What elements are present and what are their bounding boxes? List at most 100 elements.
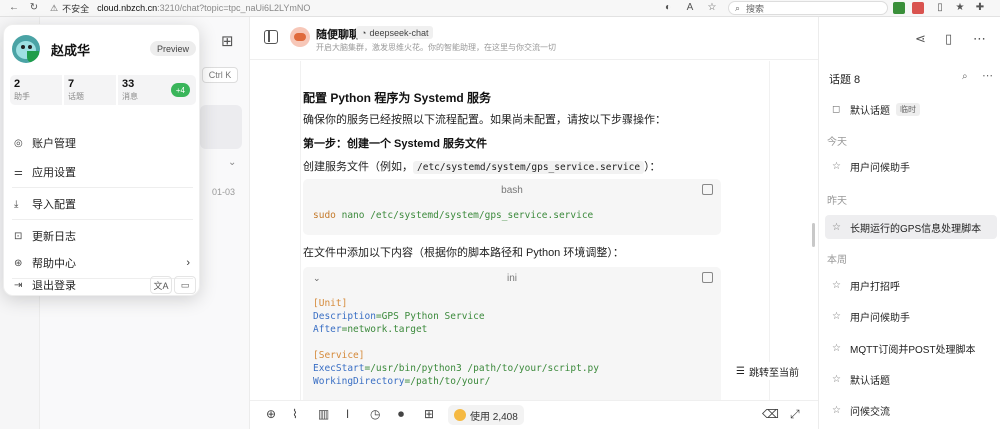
topic-item[interactable]: ☆ 用户问候助手 (825, 304, 997, 328)
code-block-bash: bash sudo nano /etc/systemd/system/gps_s… (303, 179, 721, 235)
scrollbar[interactable] (812, 223, 815, 247)
attachment-icon[interactable]: ⌇ (292, 407, 298, 421)
extension-icon[interactable] (912, 2, 924, 14)
model-tag[interactable]: ◔ deepseek-chat (356, 26, 434, 39)
chevron-down-icon[interactable]: ⌄ (228, 157, 236, 168)
menu-settings[interactable]: ⚌ 应用设置 (14, 162, 194, 182)
assistant-avatar[interactable] (290, 27, 310, 47)
model-name: deepseek-chat (369, 27, 429, 38)
sidebar-toggle-icon[interactable] (264, 30, 278, 44)
search-icon[interactable]: ⌕ (962, 71, 968, 82)
topic-label: 默认话题 (850, 105, 890, 117)
read-aloud-icon[interactable]: A (682, 2, 698, 13)
star-icon: ☆ (832, 373, 841, 385)
insecure-label: 不安全 (62, 3, 90, 14)
model-icon: ◔ (361, 27, 367, 38)
star-icon: ☆ (832, 404, 841, 416)
topic-item[interactable]: ☆ 问候交流 (825, 398, 997, 422)
code-line: [Unit] (313, 298, 348, 309)
menu-label: 导入配置 (32, 199, 76, 211)
search-placeholder: 搜索 (746, 3, 765, 14)
topic-label: 默认话题 (850, 375, 890, 387)
chat-description: 开启大脑集群，激发思维火花。你的智能助理，在这里与你交流一切 (316, 43, 556, 52)
favorite-icon[interactable]: ☆ (704, 2, 720, 13)
puzzle-icon[interactable]: ✚ (972, 2, 988, 13)
menu-account[interactable]: ◎ 账户管理 (14, 133, 194, 153)
list-icon: ☰ (736, 365, 745, 377)
app: ⊞ Ctrl K ⌄ 01-03 赵成华 Preview 2 助手 7 话题 3… (0, 17, 1000, 429)
back-icon[interactable]: ← (6, 2, 22, 13)
message-content: 配置 Python 程序为 Systemd 服务 确保你的服务已经按照以下流程配… (300, 61, 770, 401)
expand-icon[interactable]: ⤢ (790, 407, 800, 422)
plugin-icon[interactable]: ⊞ (424, 407, 434, 421)
menu-label: 更新日志 (32, 231, 76, 243)
code-line: WorkingDirectory=/path/to/your/ (313, 376, 491, 387)
topic-item-active[interactable]: ☆ 长期运行的GPS信息处理脚本 (825, 215, 997, 239)
search-icon: ⌕ (735, 2, 741, 13)
copy-icon[interactable] (702, 272, 713, 283)
collections-icon[interactable]: ★ (952, 2, 968, 13)
divider (12, 219, 193, 220)
group-label: 本周 (827, 255, 847, 266)
topic-default[interactable]: ◻ 默认话题 临时 (825, 97, 997, 121)
topic-label: 用户打招呼 (850, 281, 900, 293)
chat-title: 随便聊聊 (316, 29, 360, 41)
code-lang: bash (501, 184, 523, 196)
code-line: Description=GPS Python Service (313, 311, 485, 322)
user-circle-icon: ◎ (14, 137, 23, 149)
menu-import[interactable]: ⤓ 导入配置 (14, 194, 194, 214)
search-shortcut: Ctrl K (202, 67, 238, 83)
topic-item[interactable]: ☆ MQTT订阅并POST处理脚本 (825, 336, 997, 360)
globe-icon[interactable]: ⊕ (266, 407, 276, 421)
avatar[interactable] (12, 35, 40, 63)
chevron-down-icon[interactable]: ⌄ (313, 273, 321, 284)
panel-toggle-icon[interactable]: ▯ (945, 31, 952, 47)
token-usage[interactable]: 使用 2,408 (448, 405, 524, 425)
url-path: :3210/chat?topic=tpc_naUi6L2LYmNO (157, 3, 311, 13)
clear-icon[interactable]: ⌫ (762, 407, 779, 421)
code-line: ExecStart=/usr/bin/python3 /path/to/your… (313, 363, 599, 374)
session-item-active[interactable] (200, 105, 242, 149)
topic-item[interactable]: ☆ 用户打招呼 (825, 273, 997, 297)
add-content-text: 在文件中添加以下内容（根据你的脚本路径和 Python 环境调整）： (303, 247, 624, 259)
reload-icon[interactable]: ↻ (26, 2, 42, 13)
menu-changelog[interactable]: ⊡ 更新日志 (14, 226, 194, 246)
extension-icon[interactable] (893, 2, 905, 14)
library-icon[interactable]: ▥ (318, 407, 329, 421)
usage-emoji-icon (454, 409, 466, 421)
usage-label: 使用 2,408 (470, 411, 518, 423)
menu-logout[interactable]: ⇥ 退出登录 (14, 275, 134, 295)
language-icon[interactable]: 文A (150, 276, 172, 294)
warning-icon: ⚠ (50, 2, 59, 13)
divider (12, 187, 193, 188)
menu-help[interactable]: ⊛ 帮助中心 › (14, 253, 194, 273)
code-block-ini: ⌄ ini [Unit] Description=GPS Python Servi… (303, 267, 721, 401)
temp-badge: 临时 (896, 102, 920, 116)
temperature-icon[interactable]: ǀ (346, 407, 349, 421)
browser-search[interactable]: ⌕ 搜索 (728, 1, 888, 15)
stats-row: 2 助手 7 话题 33 消息 +4 (10, 75, 196, 105)
more-icon[interactable]: ⋯ (982, 69, 993, 82)
address-bar[interactable]: ⚠ 不安全 cloud.nbzch.cn:3210/chat?topic=tpc… (50, 0, 720, 16)
topic-item[interactable]: ☆ 默认话题 (825, 367, 997, 391)
chat-main: 随便聊聊 ◔ deepseek-chat 开启大脑集群，激发思维火花。你的智能助… (250, 17, 818, 429)
timer-icon[interactable]: ◷ (370, 407, 380, 421)
copy-icon[interactable] (702, 184, 713, 195)
microphone-icon[interactable]: ⏺ (398, 407, 404, 422)
jump-to-current-button[interactable]: ☰ 跳转至当前 (732, 362, 803, 380)
menu-label: 退出登录 (32, 280, 76, 292)
stat-topics: 7 话题 (64, 75, 116, 105)
split-icon[interactable]: ▯ (932, 2, 948, 13)
topics-panel: ⋖ ▯ ⋯ 话题 8 ⌕ ⋯ ◻ 默认话题 临时 今天 ☆ 用户问候助手 昨天 … (818, 17, 1000, 429)
new-chat-icon[interactable]: ⊞ (221, 32, 234, 50)
menu-label: 账户管理 (32, 138, 76, 150)
group-label: 昨天 (827, 196, 847, 207)
share-icon[interactable]: ⋖ (915, 31, 926, 47)
code-line: [Service] (313, 350, 365, 361)
theme-monitor-icon[interactable]: ▭ (174, 276, 196, 294)
topic-item[interactable]: ☆ 用户问候助手 (825, 154, 997, 178)
chat-bubble-icon: ◻ (832, 103, 841, 115)
translate-icon[interactable]: ◐ (660, 2, 676, 13)
more-icon[interactable]: ⋯ (973, 31, 986, 47)
